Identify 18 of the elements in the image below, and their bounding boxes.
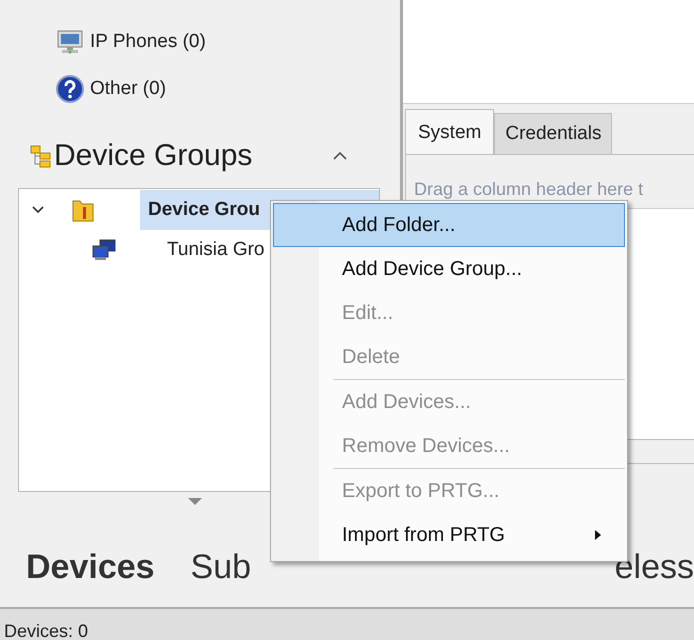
menu-item[interactable]: Add Device Group... <box>273 247 625 291</box>
collapse-icon[interactable] <box>332 151 348 161</box>
tab[interactable]: Sub <box>190 548 252 586</box>
sidebar-item[interactable]: Other (0) <box>90 78 166 100</box>
scroll-down-icon[interactable] <box>188 498 202 506</box>
group-by-hint: Drag a column header here t <box>414 179 644 199</box>
section-title: Device Groups <box>54 139 252 173</box>
expand-icon[interactable] <box>31 204 45 214</box>
monitor-icon <box>56 28 84 54</box>
tab[interactable]: System <box>405 109 494 154</box>
computers-icon <box>91 239 117 261</box>
sidebar-item[interactable]: IP Phones (0) <box>90 30 206 52</box>
help-icon <box>56 74 84 102</box>
tab[interactable]: Devices <box>26 548 155 586</box>
folder-tree-icon <box>30 144 52 168</box>
menu-item[interactable]: Add Folder... <box>273 203 625 247</box>
tab[interactable]: Credentials <box>494 113 612 154</box>
status-text: Devices: 0 <box>4 621 88 640</box>
